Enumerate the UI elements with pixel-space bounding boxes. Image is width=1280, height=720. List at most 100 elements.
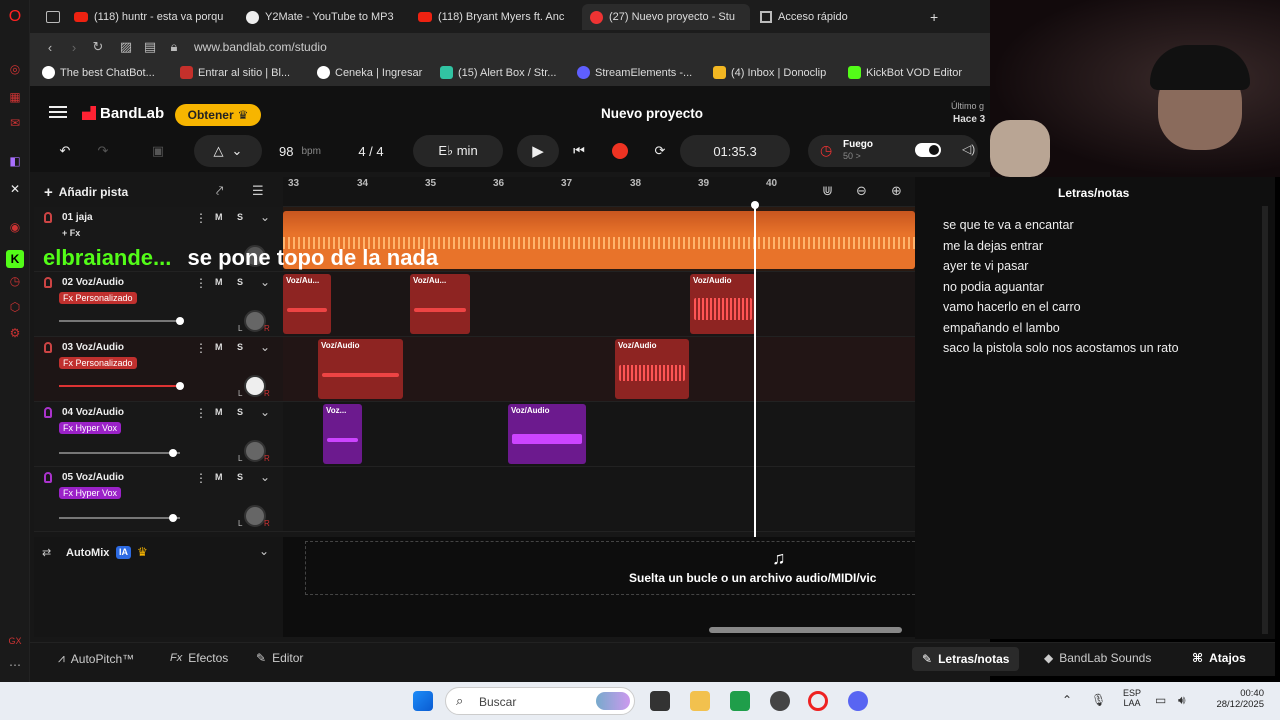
- track-name[interactable]: 04 Voz/Audio: [62, 407, 124, 418]
- horizontal-scrollbar[interactable]: [709, 627, 902, 633]
- solo-button[interactable]: S: [237, 277, 243, 287]
- mute-button[interactable]: M: [215, 472, 223, 482]
- tab-5[interactable]: Acceso rápido: [752, 4, 922, 30]
- mute-button[interactable]: M: [215, 212, 223, 222]
- messenger-icon[interactable]: ✉: [6, 114, 24, 132]
- tab-3[interactable]: (118) Bryant Myers ft. Anc: [410, 4, 580, 30]
- lyric-line[interactable]: vamo hacerlo en el carro: [943, 300, 1081, 314]
- audio-clip[interactable]: Voz/Au...: [410, 274, 470, 334]
- extensions-icon[interactable]: ⬡: [6, 298, 24, 316]
- volume-slider[interactable]: [59, 449, 180, 457]
- network-icon[interactable]: ▭: [1155, 693, 1166, 707]
- playhead-handle[interactable]: [751, 201, 759, 209]
- lane-track-4[interactable]: Voz... Voz/Audio: [283, 402, 915, 467]
- bookmark-1[interactable]: Entrar al sitio | Bl...: [180, 66, 290, 79]
- pan-knob[interactable]: [244, 505, 266, 527]
- solo-button[interactable]: S: [237, 342, 243, 352]
- file-explorer-icon[interactable]: [690, 691, 710, 711]
- volume-handle[interactable]: [176, 317, 184, 325]
- easy-setup-icon[interactable]: ▤: [142, 39, 158, 55]
- volume-slider[interactable]: [59, 514, 180, 522]
- mute-button[interactable]: M: [215, 407, 223, 417]
- redo-button[interactable]: ↷: [82, 135, 124, 167]
- speaker-icon[interactable]: 🔊︎: [1178, 693, 1186, 708]
- kick-icon[interactable]: K: [6, 250, 24, 268]
- record-button[interactable]: [602, 135, 638, 167]
- editor-button[interactable]: ✎ Editor: [256, 651, 303, 665]
- fx-badge[interactable]: Fx Personalizado: [59, 292, 137, 304]
- magnet-icon[interactable]: ⋓: [822, 183, 833, 199]
- opera-logo-icon[interactable]: O: [6, 8, 24, 26]
- lyrics-scrollbar[interactable]: [1262, 206, 1268, 634]
- gx-corner-icon[interactable]: ▦: [6, 88, 24, 106]
- bookmark-6[interactable]: KickBot VOD Editor: [848, 66, 962, 79]
- forward-icon[interactable]: ›: [66, 39, 82, 55]
- bandlab-sounds-button[interactable]: ◆ BandLab Sounds: [1044, 651, 1151, 665]
- zoom-in-icon[interactable]: ⊕: [891, 183, 902, 199]
- audio-clip[interactable]: Voz...: [323, 404, 362, 464]
- x-icon[interactable]: ✕: [6, 180, 24, 198]
- preset-toggle[interactable]: [915, 143, 941, 157]
- automation-icon[interactable]: ⤤: [216, 183, 223, 199]
- track-options-icon[interactable]: ⋮: [195, 211, 207, 225]
- player-icon[interactable]: ◉: [6, 218, 24, 236]
- obtener-button[interactable]: Obtener ♛: [175, 104, 261, 126]
- lyric-line[interactable]: me la dejas entrar: [943, 239, 1043, 253]
- volume-handle[interactable]: [169, 449, 177, 457]
- preset-name[interactable]: Fuego: [843, 139, 873, 150]
- key-selector[interactable]: E♭ min: [413, 135, 503, 167]
- volume-slider[interactable]: [59, 382, 184, 390]
- undo-button[interactable]: ↶: [44, 135, 86, 167]
- add-track-button[interactable]: + Añadir pista: [44, 181, 154, 203]
- volume-slider[interactable]: [59, 317, 184, 325]
- language-indicator[interactable]: ESP LAA: [1122, 688, 1142, 708]
- chevron-down-icon[interactable]: ⌄: [260, 210, 270, 224]
- lyric-line[interactable]: empañando el lambo: [943, 321, 1060, 335]
- volume-icon[interactable]: ◁): [962, 142, 975, 156]
- microphone-icon[interactable]: 🎙︎: [1091, 693, 1106, 707]
- lyric-line[interactable]: saco la pistola solo nos acostamos un ra…: [943, 341, 1179, 355]
- track-header-4[interactable]: 04 Voz/Audio Fx Hyper Vox ⋮ M S ⌄ L R: [34, 402, 283, 467]
- bookmark-3[interactable]: (15) Alert Box / Str...: [440, 66, 556, 79]
- automix-label[interactable]: AutoMix: [66, 547, 109, 559]
- track-options-icon[interactable]: ⋮: [195, 406, 207, 420]
- lane-track-3[interactable]: Voz/Audio Voz/Audio: [283, 337, 915, 402]
- steam-icon[interactable]: [770, 691, 790, 711]
- tab-1[interactable]: (118) huntr - esta va porqu: [66, 4, 236, 30]
- gx-icon[interactable]: GX: [6, 632, 24, 650]
- more-icon[interactable]: ⋯: [6, 656, 24, 674]
- effects-button[interactable]: Fx Efectos: [170, 651, 228, 665]
- lyric-line[interactable]: se que te va a encantar: [943, 218, 1074, 232]
- metronome-button[interactable]: △ ⌄: [194, 135, 262, 167]
- audio-clip[interactable]: Voz/Au...: [283, 274, 331, 334]
- clock[interactable]: 00:40 28/12/2025: [1206, 688, 1264, 710]
- time-signature[interactable]: 4 / 4: [340, 135, 402, 167]
- solo-button[interactable]: S: [237, 407, 243, 417]
- track-header-2[interactable]: 02 Voz/Audio Fx Personalizado ⋮ M S ⌄ L …: [34, 272, 283, 337]
- track-options-icon[interactable]: ⋮: [195, 341, 207, 355]
- lyrics-tab-button[interactable]: ✎ Letras/notas: [912, 647, 1020, 671]
- track-name[interactable]: 05 Voz/Audio: [62, 472, 124, 483]
- history-icon[interactable]: ◷: [6, 272, 24, 290]
- project-title[interactable]: Nuevo proyecto: [601, 106, 703, 121]
- audio-clip[interactable]: Voz/Audio: [690, 274, 756, 334]
- back-icon[interactable]: ‹: [42, 39, 58, 55]
- mute-button[interactable]: M: [215, 342, 223, 352]
- tracks-settings-icon[interactable]: ☰: [252, 183, 264, 199]
- bookmark-0[interactable]: The best ChatBot...: [42, 66, 155, 79]
- lyric-line[interactable]: ayer te vi pasar: [943, 259, 1028, 273]
- discord-icon[interactable]: [848, 691, 868, 711]
- track-options-icon[interactable]: ⋮: [195, 276, 207, 290]
- shortcuts-button[interactable]: ⌘ Atajos: [1192, 651, 1246, 665]
- bookmark-2[interactable]: Ceneka | Ingresar: [317, 66, 422, 79]
- lane-track-2[interactable]: Voz/Au... Voz/Au... Voz/Audio: [283, 272, 915, 337]
- track-name[interactable]: 02 Voz/Audio: [62, 277, 124, 288]
- chevron-down-icon[interactable]: ⌄: [260, 405, 270, 419]
- lane-track-5[interactable]: [283, 467, 915, 532]
- track-header-5[interactable]: 05 Voz/Audio Fx Hyper Vox ⋮ M S ⌄ L R: [34, 467, 283, 532]
- preset-value[interactable]: 50 >: [843, 151, 861, 161]
- autopitch-button[interactable]: ⩘ AutoPitch™: [58, 651, 134, 666]
- tab-2[interactable]: Y2Mate - YouTube to MP3: [238, 4, 408, 30]
- loop-button[interactable]: ⟳: [642, 135, 678, 167]
- chevron-down-icon[interactable]: ⌄: [260, 340, 270, 354]
